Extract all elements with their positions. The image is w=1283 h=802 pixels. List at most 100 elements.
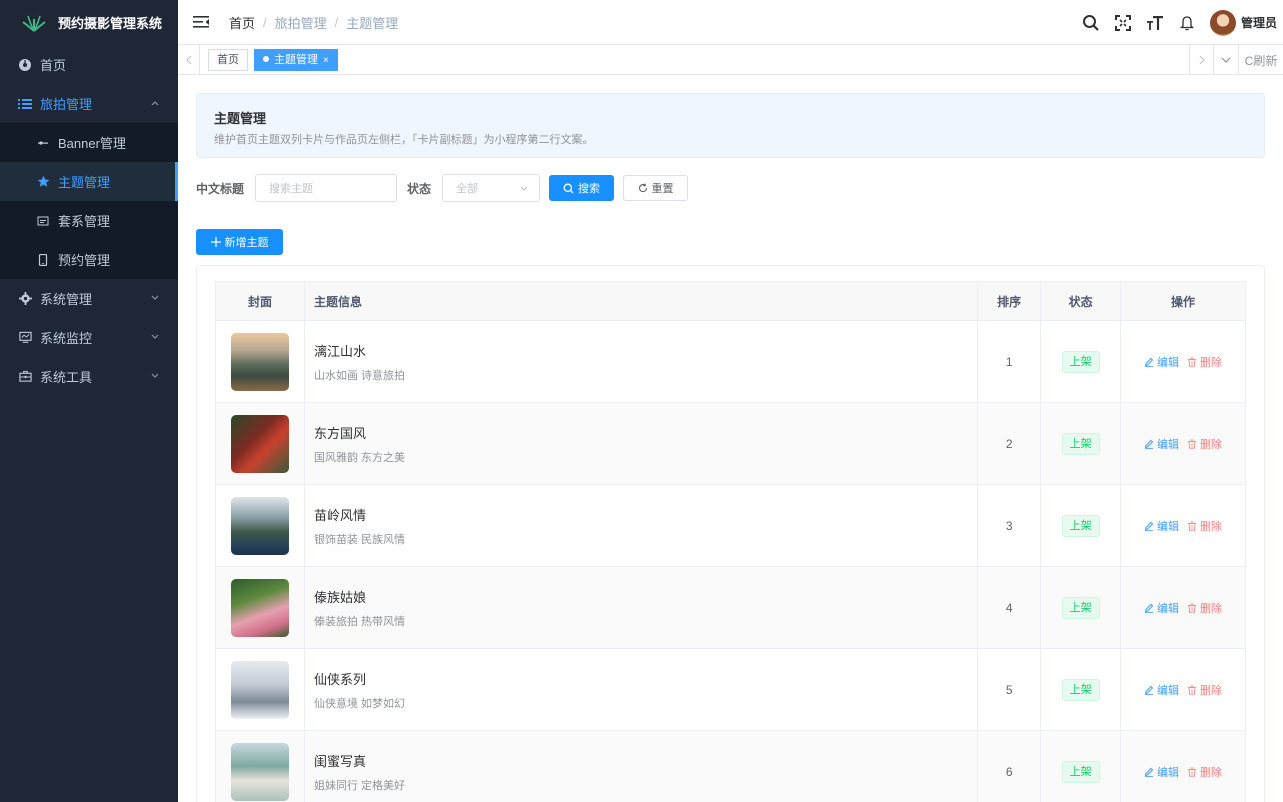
trash-icon bbox=[1188, 685, 1197, 695]
delete-button[interactable]: 删除 bbox=[1187, 436, 1222, 452]
sidebar-item-label: 系统管理 bbox=[40, 292, 93, 307]
cover-cell bbox=[215, 730, 305, 802]
status-cell: 上架 bbox=[1040, 730, 1122, 802]
actions-cell: 编辑 删除 bbox=[1120, 484, 1246, 567]
cover-thumbnail[interactable] bbox=[230, 332, 289, 391]
chevron-down-icon bbox=[1221, 57, 1231, 63]
cover-thumbnail[interactable] bbox=[230, 742, 289, 801]
status-cell: 上架 bbox=[1040, 320, 1122, 403]
delete-button[interactable]: 删除 bbox=[1187, 518, 1222, 534]
column-header-actions: 操作 bbox=[1120, 281, 1246, 321]
sidebar-item-banner[interactable]: Banner管理 bbox=[0, 123, 178, 162]
edit-button[interactable]: 编辑 bbox=[1144, 764, 1179, 780]
fullscreen-icon[interactable] bbox=[1114, 14, 1132, 32]
bell-icon[interactable] bbox=[1178, 14, 1196, 32]
theme-subtitle: 山水如画 诗意旅拍 bbox=[313, 369, 406, 382]
phone-icon bbox=[36, 253, 50, 267]
theme-name: 傣族姑娘 bbox=[313, 589, 366, 605]
sidebar-item-system[interactable]: 系统管理 bbox=[0, 279, 178, 318]
tags-scroll-right[interactable] bbox=[1189, 45, 1213, 75]
edit-button[interactable]: 编辑 bbox=[1144, 518, 1179, 534]
sort-cell: 3 bbox=[977, 484, 1042, 567]
tags-scroll-left[interactable] bbox=[178, 44, 200, 75]
column-header-cover: 封面 bbox=[215, 281, 305, 321]
page-description-box: 主题管理 维护首页主题双列卡片与作品页左侧栏，「卡片副标题」为小程序第二行文案。 bbox=[196, 93, 1265, 158]
tag-active-label: 主题管理 bbox=[274, 53, 318, 66]
delete-button[interactable]: 删除 bbox=[1187, 764, 1222, 780]
edit-button[interactable]: 编辑 bbox=[1144, 354, 1179, 370]
edit-label: 编辑 bbox=[1157, 520, 1180, 533]
cover-thumbnail[interactable] bbox=[230, 496, 289, 555]
main-content: 主题管理 维护首页主题双列卡片与作品页左侧栏，「卡片副标题」为小程序第二行文案。… bbox=[178, 75, 1283, 802]
theme-name: 闺蜜写真 bbox=[313, 753, 366, 769]
delete-button[interactable]: 删除 bbox=[1187, 682, 1222, 698]
theme-name: 东方国风 bbox=[313, 425, 366, 441]
reset-button[interactable]: 重置 bbox=[623, 175, 689, 201]
chevron-left-icon bbox=[185, 55, 191, 64]
search-form: 中文标题 搜索主题 状态 全部 搜索 重置 bbox=[196, 174, 689, 202]
dashboard-icon bbox=[18, 58, 32, 72]
cover-thumbnail[interactable] bbox=[230, 578, 289, 637]
edit-icon bbox=[1144, 603, 1154, 613]
edit-button[interactable]: 编辑 bbox=[1144, 436, 1179, 452]
sidebar-item-theme[interactable]: 主题管理 bbox=[0, 162, 178, 201]
sidebar-item-home[interactable]: 首页 bbox=[0, 45, 178, 84]
delete-button[interactable]: 删除 bbox=[1187, 600, 1222, 616]
actions-cell: 编辑 删除 bbox=[1120, 402, 1246, 485]
sidebar-item-booking[interactable]: 预约管理 bbox=[0, 240, 178, 279]
sidebar-item-travel[interactable]: 旅拍管理 bbox=[0, 84, 178, 123]
brand[interactable]: 预约摄影管理系统 bbox=[0, 0, 178, 45]
breadcrumb: 首页 / 旅拍管理 / 主题管理 bbox=[229, 13, 398, 32]
sidebar-toggle-icon[interactable] bbox=[193, 15, 209, 29]
edit-button[interactable]: 编辑 bbox=[1144, 600, 1179, 616]
delete-button[interactable]: 删除 bbox=[1187, 354, 1222, 370]
avatar[interactable] bbox=[1209, 9, 1236, 36]
reset-button-label: 重置 bbox=[651, 183, 674, 195]
sidebar-item-label: 预约管理 bbox=[58, 253, 111, 268]
chevron-down-icon bbox=[151, 373, 159, 378]
column-header-status: 状态 bbox=[1040, 281, 1122, 321]
sidebar-item-monitor[interactable]: 系统监控 bbox=[0, 318, 178, 357]
sort-cell: 2 bbox=[977, 402, 1042, 485]
tag-home[interactable]: 首页 bbox=[208, 48, 248, 71]
status-cell: 上架 bbox=[1040, 566, 1122, 649]
tag-active[interactable]: 主题管理 × bbox=[254, 48, 338, 71]
font-size-icon[interactable] bbox=[1146, 14, 1164, 32]
chevron-down-icon bbox=[520, 186, 528, 191]
refresh-button[interactable]: C刷新 bbox=[1238, 45, 1283, 75]
search-icon[interactable] bbox=[1082, 14, 1100, 32]
sidebar-item-tools[interactable]: 系统工具 bbox=[0, 357, 178, 396]
edit-icon bbox=[1144, 521, 1154, 531]
sidebar-item-label: 系统工具 bbox=[40, 370, 93, 385]
sidebar-item-label: Banner管理 bbox=[58, 136, 126, 151]
status-filter-label: 状态 bbox=[407, 181, 432, 196]
trash-icon bbox=[1188, 603, 1197, 613]
add-theme-button[interactable]: 新增主题 bbox=[196, 229, 283, 255]
status-select[interactable]: 全部 bbox=[442, 174, 541, 202]
title-search-input[interactable]: 搜索主题 bbox=[255, 174, 398, 202]
header-actions: 管理员 bbox=[1082, 0, 1283, 45]
actions-cell: 编辑 删除 bbox=[1120, 320, 1246, 403]
cover-thumbnail[interactable] bbox=[230, 414, 289, 473]
plus-icon bbox=[210, 237, 221, 247]
delete-label: 删除 bbox=[1200, 766, 1223, 779]
info-cell: 傣族姑娘 傣装旅拍 热带风情 bbox=[303, 566, 979, 649]
sidebar-item-package[interactable]: 套系管理 bbox=[0, 201, 178, 240]
status-badge: 上架 bbox=[1061, 514, 1100, 537]
breadcrumb-home[interactable]: 首页 bbox=[229, 13, 255, 32]
username[interactable]: 管理员 bbox=[1241, 14, 1277, 31]
edit-icon bbox=[1144, 439, 1154, 449]
trash-icon bbox=[1188, 357, 1197, 367]
minus-icon bbox=[36, 136, 50, 150]
cover-thumbnail[interactable] bbox=[230, 660, 289, 719]
search-button[interactable]: 搜索 bbox=[549, 175, 615, 201]
chevron-down-icon bbox=[151, 295, 159, 300]
close-icon[interactable]: × bbox=[323, 55, 329, 66]
edit-icon bbox=[1144, 767, 1154, 777]
status-cell: 上架 bbox=[1040, 484, 1122, 567]
breadcrumb-travel[interactable]: 旅拍管理 bbox=[275, 13, 327, 32]
cover-cell bbox=[215, 484, 305, 567]
sidebar-item-label: 系统监控 bbox=[40, 331, 93, 346]
tags-dropdown[interactable] bbox=[1213, 45, 1238, 75]
edit-button[interactable]: 编辑 bbox=[1144, 682, 1179, 698]
